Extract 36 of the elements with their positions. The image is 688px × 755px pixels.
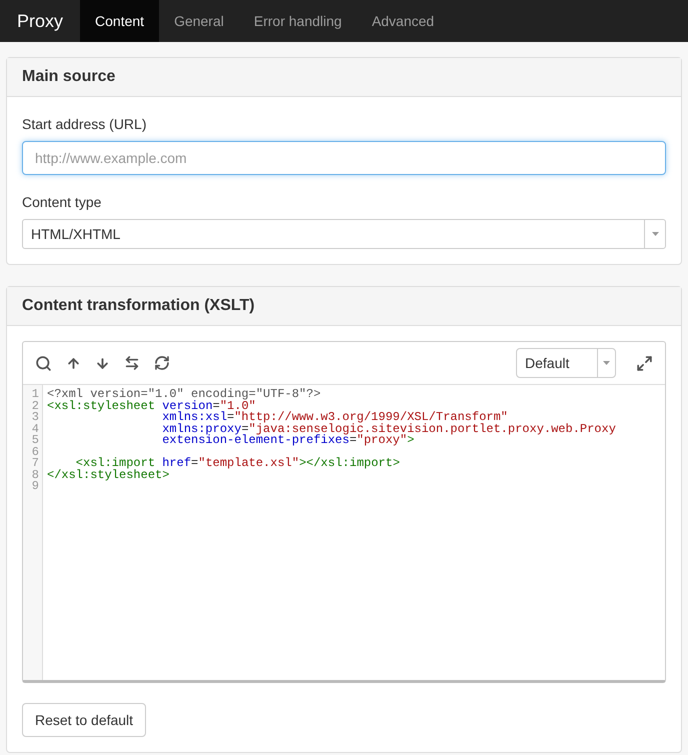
caret-icon [652,232,658,236]
nav-tab[interactable]: General [159,0,239,42]
line-number: 2 [30,400,40,412]
expand-icon[interactable] [636,354,653,372]
line-number: 1 [30,389,40,400]
field-label: Start address (URL) [22,115,148,134]
code-line: <xsl:stylesheet version="1.0" [47,398,256,412]
refresh-icon[interactable] [154,355,170,371]
swap-arrows-icon[interactable] [124,355,140,371]
code-line: <xsl:import href="template.xsl"></xsl:import> [76,456,400,470]
nav-tab[interactable]: Content [80,0,160,42]
line-number: 5 [30,435,40,446]
search-icon[interactable] [35,354,52,372]
code-line: <?xml version="1.0" encoding="UTF-8"?> [47,387,321,401]
nav-tab[interactable]: Advanced [356,0,450,42]
line-number: 4 [30,424,40,435]
panel-title: Main source [7,58,681,97]
line-number: 3 [30,412,40,424]
field-label: Content type [22,193,102,212]
line-number: 8 [30,470,40,481]
code-line: xmlns:xsl="http://www.w3.org/1999/XSL/Transform" [161,410,508,424]
code-line: extension-element-prefixes="proxy"> [161,433,414,447]
reset-button[interactable]: Reset to default [22,703,146,737]
panel-title: Content transformation (XSLT) [7,287,681,326]
arrow-down-icon[interactable] [95,356,110,370]
theme-select[interactable]: Default [516,348,616,378]
brand-title[interactable]: Proxy [0,0,80,42]
caret-icon [603,361,610,365]
line-number: 7 [30,458,40,470]
code-line: xmlns:proxy="java:senselogic.sitevision.portlet.proxy.web.Proxy [161,422,616,436]
line-number: 9 [30,481,40,492]
code-line: </xsl:stylesheet> [47,468,170,482]
line-number: 6 [30,446,40,458]
url-field[interactable]: http://www.example.com [22,141,666,175]
nav-tab[interactable]: Error handling [238,0,357,42]
content-type-select[interactable]: HTML/XHTML [22,219,666,249]
